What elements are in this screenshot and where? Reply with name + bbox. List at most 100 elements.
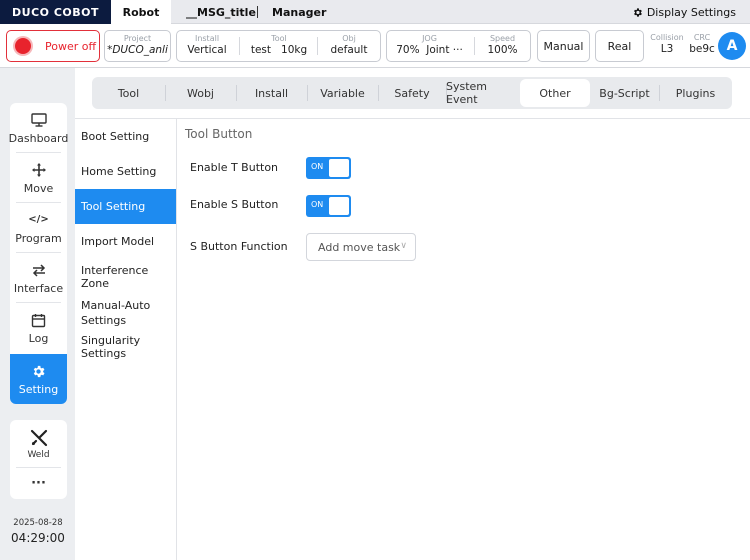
more-button[interactable]: ··· [10, 468, 67, 499]
section-title: Tool Button [185, 127, 253, 141]
nav-move-label: Move [23, 182, 54, 195]
power-button[interactable]: Power off [6, 30, 100, 62]
tool-label: Tool [271, 34, 287, 43]
subnav-manual-auto-settings[interactable]: Manual-Auto Settings [75, 294, 176, 332]
nav-setting[interactable]: Setting [10, 354, 67, 404]
jog-label: JOG [422, 34, 437, 43]
toggle-knob [329, 159, 349, 177]
enable-t-button-toggle[interactable]: ON [306, 157, 351, 179]
project-label: Project [123, 34, 152, 43]
jog-value: 70% Joint ··· [387, 44, 472, 56]
chevron-down-icon: ∨ [400, 241, 407, 251]
power-label: Power off [45, 39, 97, 53]
weld-icon [30, 429, 48, 447]
settings-panel: Tool Wobj Install Variable Safety System… [75, 68, 750, 560]
nav-interface-label: Interface [13, 282, 64, 295]
move-arrows-icon [31, 161, 47, 179]
toggle-state: ON [311, 200, 324, 209]
collision-value: L3 [660, 43, 674, 55]
code-icon: </> [28, 214, 49, 225]
nav-program[interactable]: </> Program [10, 203, 67, 253]
nav-log-label: Log [28, 332, 49, 345]
crc-value: be9c [689, 43, 715, 55]
obj-label: Obj [342, 34, 356, 43]
swap-icon [31, 261, 47, 279]
divider [317, 37, 318, 55]
tab-separator [257, 6, 258, 18]
install-value: Vertical [187, 44, 227, 56]
enable-s-button-toggle[interactable]: ON [306, 195, 351, 217]
calendar-icon [31, 311, 46, 329]
subnav-interference-zone[interactable]: Interference Zone [75, 259, 176, 294]
manual-mode-button[interactable]: Manual [537, 30, 590, 62]
jog-percent: 70% [396, 44, 420, 56]
collision-indicator: Collision L3 [648, 30, 686, 60]
s-button-function-label: S Button Function [190, 240, 288, 253]
tool-payload: 10kg [281, 44, 308, 56]
tab-tool[interactable]: Tool [92, 77, 165, 109]
brand-logo: DUCO COBOT [0, 0, 111, 24]
tool-name: test [250, 44, 272, 56]
subnav-boot-setting[interactable]: Boot Setting [75, 119, 176, 153]
date-text: 2025-08-28 [13, 518, 63, 528]
jog-speed-box[interactable]: JOG 70% Joint ··· Speed 100% [386, 30, 531, 62]
select-value: Add move task [318, 240, 401, 254]
subnav-singularity-settings[interactable]: Singularity Settings [75, 332, 176, 361]
tab-robot[interactable]: Robot [111, 0, 171, 24]
project-box[interactable]: Project *DUCO_anli [104, 30, 171, 62]
s-button-function-select[interactable]: Add move task ∨ [306, 233, 416, 261]
display-settings-label: Display Settings [646, 5, 736, 19]
time-text: 04:29:00 [11, 531, 65, 545]
crc-label: CRC [693, 33, 711, 42]
nav-program-label: Program [15, 232, 62, 245]
divider [239, 37, 240, 55]
nav-weld[interactable]: Weld [10, 420, 67, 468]
subnav-tool-setting[interactable]: Tool Setting [75, 189, 176, 224]
subnav-home-setting[interactable]: Home Setting [75, 154, 176, 189]
enable-t-button-label: Enable T Button [190, 161, 279, 174]
crc-indicator: CRC be9c [688, 30, 716, 60]
tab-plugins[interactable]: Plugins [659, 77, 732, 109]
enable-s-button-label: Enable S Button [190, 198, 279, 211]
tab-bg-script[interactable]: Bg-Script [590, 77, 659, 109]
install-tool-obj-box[interactable]: Install Vertical Tool test 10kg Obj defa… [176, 30, 381, 62]
plugin-nav: Weld ··· [10, 420, 67, 499]
tab-other[interactable]: Other [520, 79, 590, 107]
collision-label: Collision [650, 33, 684, 42]
nav-move[interactable]: Move [10, 153, 67, 203]
nav-weld-label: Weld [27, 449, 50, 460]
toggle-knob [329, 197, 349, 215]
project-value: *DUCO_anli [107, 44, 168, 56]
speed-label: Speed [489, 34, 516, 43]
nav-dashboard[interactable]: Dashboard [8, 103, 69, 153]
tab-variable[interactable]: Variable [307, 77, 378, 109]
app-bar: DUCO COBOT Robot __MSG_title Manager Dis… [0, 0, 750, 24]
left-nav: Dashboard Move </> Program Interface Log… [8, 103, 69, 404]
nav-setting-label: Setting [18, 383, 59, 396]
tab-wobj[interactable]: Wobj [165, 77, 236, 109]
nav-interface[interactable]: Interface [10, 253, 67, 303]
nav-dashboard-label: Dashboard [8, 132, 69, 145]
power-indicator-icon [15, 38, 31, 54]
monitor-icon [30, 111, 47, 129]
install-label: Install [194, 34, 220, 43]
tool-value: test 10kg [243, 44, 315, 56]
nav-log[interactable]: Log [10, 303, 67, 353]
avatar[interactable]: A [718, 32, 746, 60]
jog-mode: Joint ··· [426, 44, 463, 56]
tab-msg-title[interactable]: __MSG_title [186, 0, 256, 24]
subnav-import-model[interactable]: Import Model [75, 224, 176, 259]
tab-install[interactable]: Install [236, 77, 307, 109]
speed-value: 100% [487, 44, 518, 56]
other-subnav: Boot Setting Home Setting Tool Setting I… [75, 119, 177, 560]
settings-tabs: Tool Wobj Install Variable Safety System… [92, 77, 732, 109]
obj-value: default [330, 44, 368, 56]
tab-system-event[interactable]: System Event [446, 77, 520, 109]
toggle-state: ON [311, 162, 324, 171]
real-mode-button[interactable]: Real [595, 30, 644, 62]
status-bar: Power off Project *DUCO_anli Install Ver… [0, 24, 750, 68]
tab-manager[interactable]: Manager [272, 0, 326, 24]
display-settings-button[interactable]: Display Settings [632, 0, 736, 24]
tab-safety[interactable]: Safety [378, 77, 446, 109]
clock: 2025-08-28 04:29:00 [4, 518, 72, 545]
